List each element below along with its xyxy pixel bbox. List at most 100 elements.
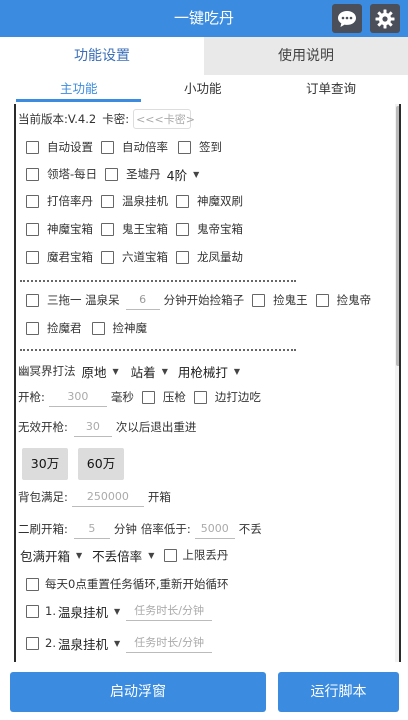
top-tab-bar: 功能设置 使用说明 — [0, 37, 408, 75]
holy-furnace-checkbox[interactable]: 圣墟丹 — [105, 166, 161, 182]
checkbox-box[interactable] — [176, 222, 189, 236]
rate-input[interactable]: 5000 — [194, 519, 235, 539]
feature-row-1: 自动设置 自动倍率 签到 — [26, 136, 222, 158]
dragon-phoenix-checkbox[interactable]: 龙凤量劫 — [176, 249, 243, 265]
ms-unit-label: 毫秒 — [110, 390, 134, 404]
press-gun-label: 压枪 — [162, 390, 186, 404]
start-float-window-button[interactable]: 启动浮窗 — [10, 672, 266, 712]
checkbox-box[interactable] — [105, 167, 119, 181]
auto-multiplier-checkbox[interactable]: 自动倍率 — [101, 139, 168, 155]
bag-suffix-label: 开箱 — [147, 490, 171, 504]
pick-demon-lord-checkbox[interactable]: 捡魔君 — [26, 320, 82, 336]
sign-in-label: 签到 — [199, 140, 222, 154]
press-gun-checkbox[interactable]: 压枪 — [141, 389, 186, 405]
hot-spring-label: 温泉挂机 — [122, 194, 168, 208]
feature-row-4: 神魔宝箱 鬼王宝箱 鬼帝宝箱 — [26, 218, 243, 240]
bag-value-input[interactable]: 250000 — [71, 487, 144, 507]
stance-select[interactable]: 站着 ▼ — [131, 360, 168, 382]
move-shoot-checkbox[interactable]: 边打边吃 — [193, 389, 261, 405]
tab-function-settings[interactable]: 功能设置 — [0, 37, 204, 75]
task-2-select[interactable]: 温泉挂机 ▼ — [58, 632, 120, 654]
six-path-chest-checkbox[interactable]: 六道宝箱 — [101, 249, 168, 265]
checkbox-box[interactable] — [91, 321, 105, 335]
fire-ms-input[interactable]: 300 — [48, 387, 107, 407]
bag-label: 背包满足: — [18, 490, 68, 504]
hot-spring-checkbox[interactable]: 温泉挂机 — [101, 193, 168, 209]
ghost-emperor-chest-checkbox[interactable]: 鬼帝宝箱 — [176, 221, 243, 237]
sign-in-checkbox[interactable]: 签到 — [178, 139, 222, 155]
checkbox-box[interactable] — [26, 577, 39, 591]
chat-bubble-icon — [338, 10, 356, 27]
checkbox-box[interactable] — [26, 250, 39, 264]
version-row: 当前版本:V.4.2 卡密: <<<卡密> — [18, 108, 195, 130]
upper-limit-drop-checkbox[interactable]: 上限丢丹 — [164, 547, 228, 563]
god-demon-chest-checkbox[interactable]: 神魔宝箱 — [26, 221, 93, 237]
ghost-king-chest-checkbox[interactable]: 鬼王宝箱 — [101, 221, 168, 237]
invalid-suffix-label: 次以后退出重进 — [115, 420, 197, 434]
checkbox-box[interactable] — [26, 222, 39, 236]
task-2-duration-input[interactable]: 任务时长/分钟 — [126, 633, 213, 653]
pickup-minutes-input[interactable]: 6 — [125, 290, 160, 310]
demon-lord-chest-checkbox[interactable]: 魔君宝箱 — [26, 249, 93, 265]
rate-label: 倍率低于: — [140, 522, 191, 536]
card-key-input[interactable]: <<<卡密> — [133, 109, 195, 129]
full-open-value: 包满开箱 — [20, 548, 71, 564]
checkbox-box[interactable] — [26, 140, 39, 154]
invalid-label: 无效开枪: — [18, 420, 68, 434]
checkbox-box[interactable] — [101, 194, 114, 208]
tower-daily-checkbox[interactable]: 领塔-每日 — [26, 166, 97, 182]
god-demon-double-checkbox[interactable]: 神魔双刷 — [176, 193, 243, 209]
task-2-checkbox[interactable] — [26, 636, 39, 650]
settings-button[interactable] — [370, 4, 400, 33]
checkbox-box[interactable] — [101, 222, 114, 236]
main-settings-panel[interactable]: 当前版本:V.4.2 卡密: <<<卡密> 自动设置 自动倍率 签到 领塔-每日… — [14, 104, 401, 662]
second-minutes-input[interactable]: 5 — [73, 519, 110, 539]
amount-60w-button[interactable]: 60万 — [78, 448, 124, 480]
checkbox-box[interactable] — [101, 250, 114, 264]
holy-furnace-level-value: 4阶 — [166, 167, 188, 183]
checkbox-box[interactable] — [193, 390, 207, 404]
scrollbar-thumb[interactable] — [396, 106, 399, 366]
pick-ghost-king-checkbox[interactable]: 捡鬼王 — [252, 292, 308, 308]
checkbox-box[interactable] — [26, 194, 39, 208]
pick-ghost-emperor-checkbox[interactable]: 捡鬼帝 — [315, 292, 371, 308]
stance-value: 站着 — [130, 364, 156, 380]
checkbox-box[interactable] — [26, 321, 39, 335]
dropdown-caret-icon: ▼ — [114, 606, 121, 616]
checkbox-box[interactable] — [141, 390, 155, 404]
invalid-count-input[interactable]: 30 — [73, 417, 112, 437]
checkbox-box[interactable] — [252, 293, 266, 307]
attack-select[interactable]: 用枪械打 ▼ — [178, 360, 240, 382]
full-open-select[interactable]: 包满开箱 ▼ — [20, 544, 82, 566]
task-1-duration-input[interactable]: 任务时长/分钟 — [126, 601, 213, 621]
checkbox-box[interactable] — [101, 140, 114, 154]
daily-reset-checkbox[interactable]: 每天0点重置任务循环,重新开始循环 — [26, 576, 228, 592]
auto-setting-checkbox[interactable]: 自动设置 — [26, 139, 93, 155]
tab-instructions[interactable]: 使用说明 — [204, 37, 408, 75]
god-demon-double-label: 神魔双刷 — [197, 194, 243, 208]
subtab-orders[interactable]: 订单查询 — [306, 75, 356, 103]
keep-rate-select[interactable]: 不丢倍率 ▼ — [92, 544, 154, 566]
bag-row: 背包满足: 250000 开箱 — [18, 486, 171, 508]
pickup-checkbox[interactable] — [26, 293, 39, 307]
daily-reset-row: 每天0点重置任务循环,重新开始循环 — [26, 573, 228, 595]
run-script-button[interactable]: 运行脚本 — [278, 672, 399, 712]
task-1-checkbox[interactable] — [26, 604, 39, 618]
task-2-name: 温泉挂机 — [57, 636, 108, 652]
checkbox-box[interactable] — [178, 140, 191, 154]
multiplier-pill-checkbox[interactable]: 打倍率丹 — [26, 193, 93, 209]
position-select[interactable]: 原地 ▼ — [82, 360, 119, 382]
amount-30w-button[interactable]: 30万 — [22, 448, 68, 480]
subtab-minor[interactable]: 小功能 — [184, 75, 222, 103]
task-1-select[interactable]: 温泉挂机 ▼ — [58, 600, 120, 622]
checkbox-box[interactable] — [315, 293, 329, 307]
checkbox-box[interactable] — [176, 194, 189, 208]
pick-god-demon-checkbox[interactable]: 捡神魔 — [91, 320, 147, 336]
ghost-king-chest-label: 鬼王宝箱 — [122, 222, 168, 236]
checkbox-box[interactable] — [26, 167, 39, 181]
dropdown-caret-icon: ▼ — [193, 169, 200, 179]
checkbox-box[interactable] — [176, 250, 189, 264]
chat-button[interactable] — [332, 4, 362, 33]
checkbox-box[interactable] — [164, 548, 178, 562]
holy-furnace-level-select[interactable]: 4阶 ▼ — [167, 163, 200, 185]
